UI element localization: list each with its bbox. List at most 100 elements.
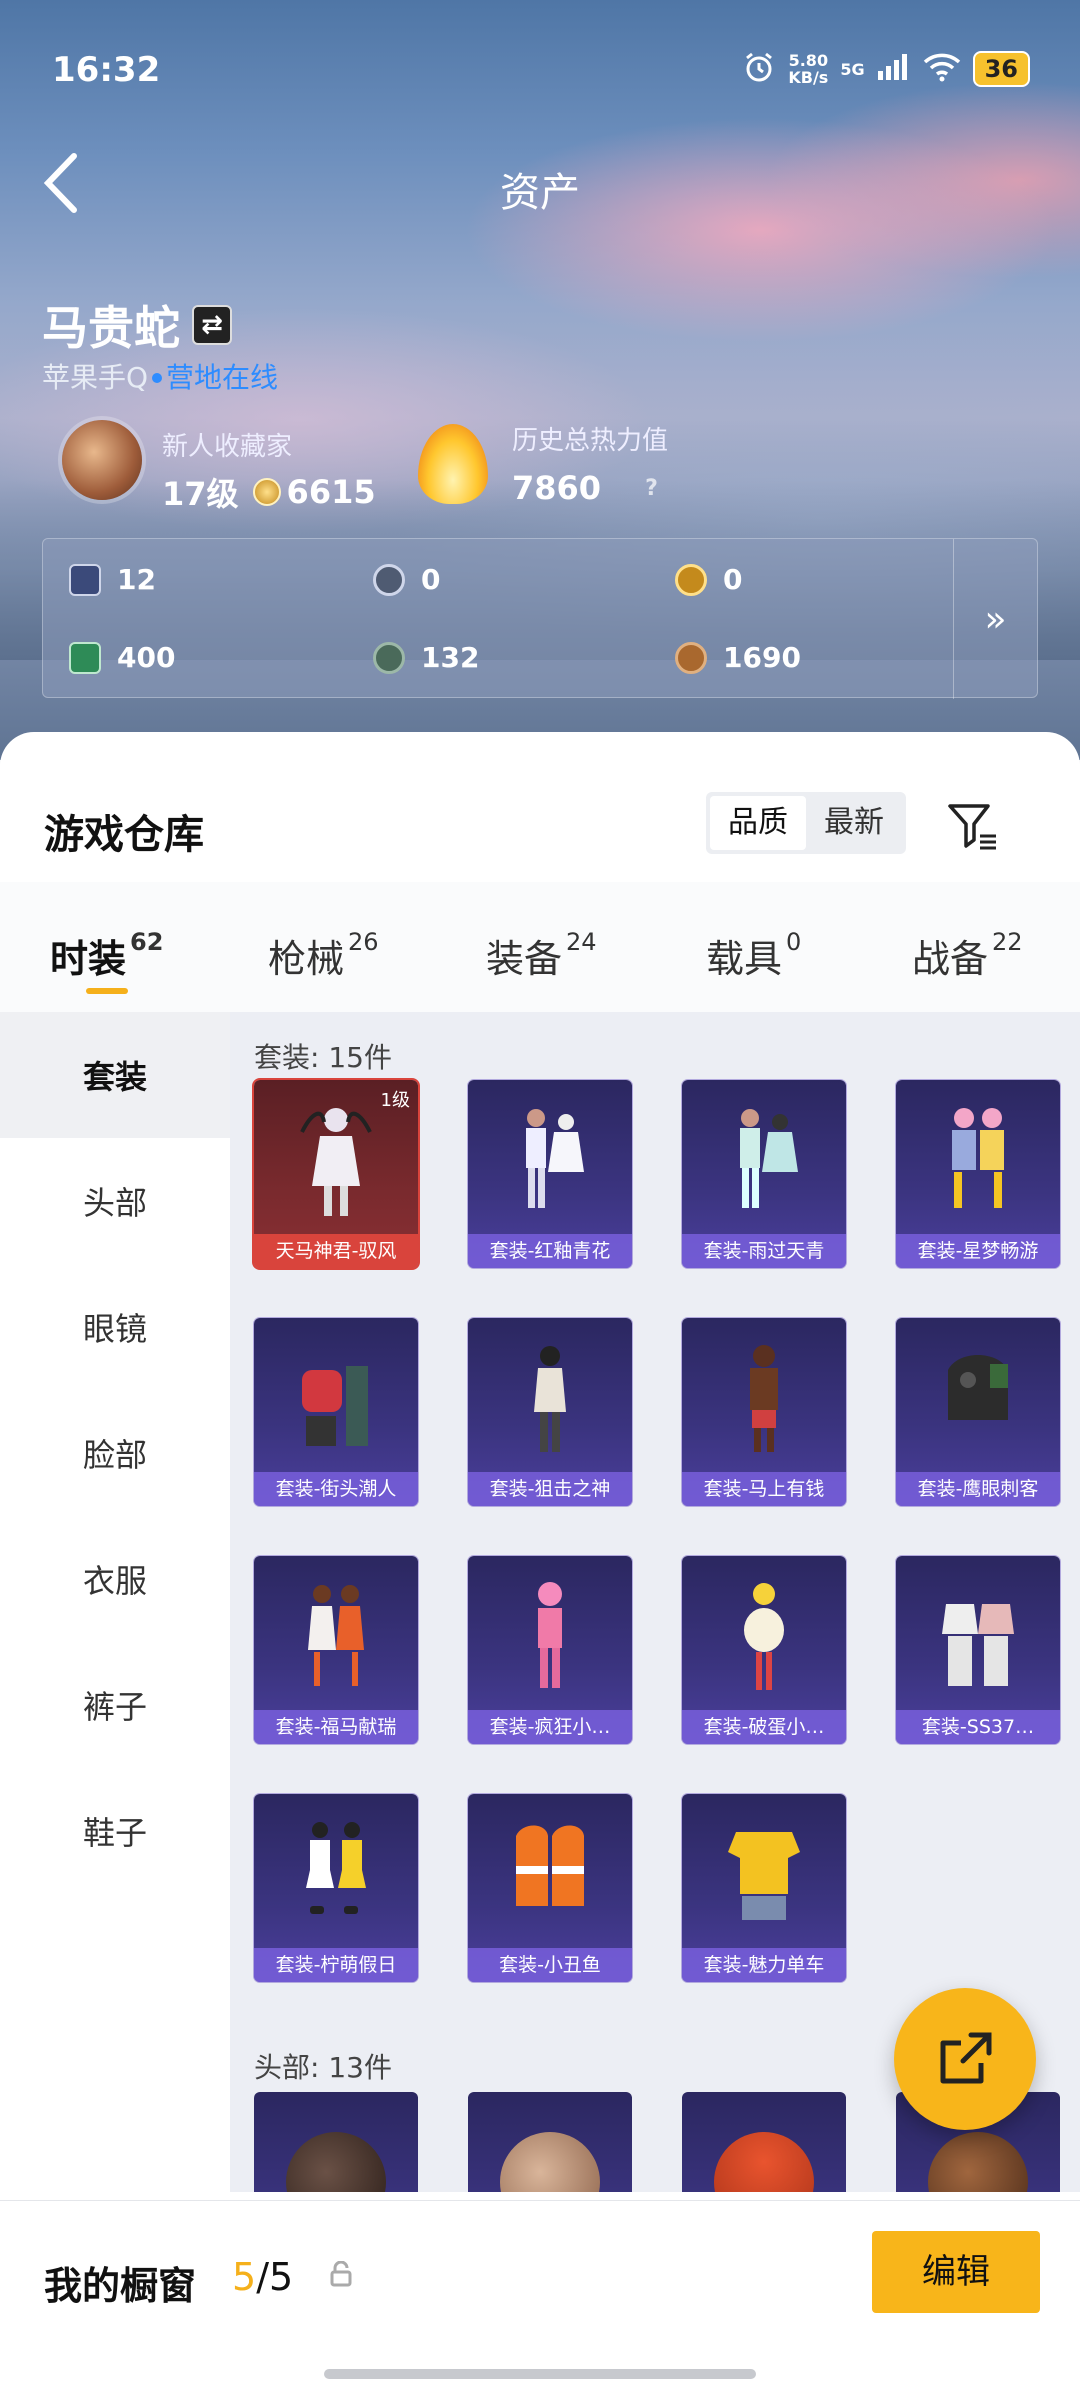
tab-vehicles[interactable]: 载具 0 <box>706 928 801 983</box>
outfit-figure <box>534 1346 566 1452</box>
assets-panel[interactable]: 12 0 0 400 132 1690 » <box>42 538 1038 699</box>
outfit-figure <box>750 1345 778 1452</box>
category-tabs: 时装 62 枪械 26 装备 24 载具 0 战备 22 <box>0 882 1080 1012</box>
item-card[interactable]: 套装-魅力单车 <box>682 1794 846 1982</box>
sort-latest-button[interactable]: 最新 <box>806 796 902 850</box>
item-name: 天马神君-驭风 <box>254 1234 418 1268</box>
outfit-figure <box>516 1825 584 1906</box>
item-card[interactable]: 套装-红釉青花 <box>468 1080 632 1268</box>
item-card[interactable]: 1级 天马神君-驭风 <box>254 1080 418 1268</box>
outfit-figure <box>300 1108 372 1216</box>
item-card[interactable]: 套装-小丑鱼 <box>468 1794 632 1982</box>
collector-title: 新人收藏家 <box>162 432 293 462</box>
item-name: 套装-魅力单车 <box>682 1948 846 1982</box>
clock: 16:32 <box>52 50 161 90</box>
item-name: 套装-SS37… <box>896 1710 1060 1744</box>
tab-guns[interactable]: 枪械 26 <box>268 928 379 983</box>
item-card[interactable]: 套装-街头潮人 <box>254 1318 418 1506</box>
warehouse-sheet: 游戏仓库 品质 最新 时装 62 枪械 26 装备 24 载具 0 战备 22 套装 头部… <box>0 732 1080 2400</box>
item-name: 套装-破蛋小… <box>682 1710 846 1744</box>
switch-account-icon[interactable]: ⇄ <box>192 305 232 345</box>
player-subline: 苹果手Q 营地在线 <box>42 356 278 396</box>
lock-icon <box>330 2260 352 2294</box>
outfit-figure <box>952 1108 1004 1208</box>
online-dot <box>152 373 163 383</box>
edit-button[interactable]: 编辑 <box>872 2231 1040 2313</box>
item-card[interactable]: 套装-福马献瑞 <box>254 1556 418 1744</box>
asset-item: 12 <box>69 563 156 596</box>
showcase-label: 我的橱窗 <box>44 2264 197 2308</box>
outfit-figure <box>744 1583 784 1690</box>
collector-coins: 6615 <box>286 473 376 511</box>
collector-medal-icon[interactable] <box>62 420 142 500</box>
sidebar-item-glasses[interactable]: 眼镜 <box>0 1264 230 1390</box>
item-name: 套装-柠萌假日 <box>254 1948 418 1982</box>
item-card[interactable] <box>254 2092 418 2192</box>
item-card[interactable]: 套装-柠萌假日 <box>254 1794 418 1982</box>
player-name: 马贵蛇 <box>42 301 180 355</box>
status-bar: 16:32 5.80 KB/s 5G 36 <box>0 0 1080 140</box>
item-card[interactable]: 套装-疯狂小… <box>468 1556 632 1744</box>
tab-combat-prep[interactable]: 战备 22 <box>912 928 1023 983</box>
hair-item-image <box>500 2132 600 2192</box>
asset-item: 0 <box>675 563 742 596</box>
gold-coin-icon <box>675 563 707 596</box>
gem-icon <box>373 641 405 674</box>
item-card[interactable]: 套装-雨过天青 <box>682 1080 846 1268</box>
sidebar-item-clothes[interactable]: 衣服 <box>0 1516 230 1642</box>
item-name: 套装-鹰眼刺客 <box>896 1472 1060 1506</box>
sidebar-item-suits[interactable]: 套装 <box>0 1012 230 1138</box>
sidebar-item-shoes[interactable]: 鞋子 <box>0 1768 230 1894</box>
wifi-icon <box>923 52 961 86</box>
external-link-icon <box>940 2032 992 2084</box>
share-button[interactable] <box>894 1988 1036 2130</box>
outfit-figure <box>526 1109 584 1208</box>
filter-icon[interactable] <box>944 798 1000 854</box>
item-name: 套装-街头潮人 <box>254 1472 418 1506</box>
help-icon[interactable]: ? <box>645 476 658 501</box>
item-card[interactable]: 套装-鹰眼刺客 <box>896 1318 1060 1506</box>
hair-item-image <box>286 2132 386 2192</box>
player-name-row: 马贵蛇 ⇄ <box>42 292 232 358</box>
sidebar-item-face[interactable]: 脸部 <box>0 1390 230 1516</box>
sort-quality-button[interactable]: 品质 <box>710 796 806 850</box>
sidebar-item-pants[interactable]: 裤子 <box>0 1642 230 1768</box>
battery-indicator: 36 <box>972 51 1030 87</box>
heat-info: 历史总热力值 7860 ? <box>512 420 668 507</box>
item-card[interactable]: 套装-马上有钱 <box>682 1318 846 1506</box>
item-name: 套装-马上有钱 <box>682 1472 846 1506</box>
item-card[interactable] <box>682 2092 846 2192</box>
outfit-figure <box>538 1582 562 1688</box>
item-name: 套装-小丑鱼 <box>468 1948 632 1982</box>
item-card[interactable] <box>468 2092 632 2192</box>
horse-mask-item-image <box>928 2132 1028 2192</box>
asset-item: 1690 <box>675 641 801 674</box>
outfit-figure <box>302 1366 368 1446</box>
showcase-count: 5/5 <box>232 2255 294 2299</box>
collector-level: 17级 <box>162 475 239 513</box>
heat-value: 7860 <box>512 469 602 507</box>
outfit-figure <box>948 1355 1008 1420</box>
item-card[interactable]: 套装-SS37… <box>896 1556 1060 1744</box>
assets-more-button[interactable]: » <box>953 539 1037 699</box>
item-name: 套装-福马献瑞 <box>254 1710 418 1744</box>
tab-equipment[interactable]: 装备 24 <box>486 928 597 983</box>
item-card[interactable]: 套装-破蛋小… <box>682 1556 846 1744</box>
item-name: 套装-星梦畅游 <box>896 1234 1060 1268</box>
tab-fashion[interactable]: 时装 62 <box>50 928 163 994</box>
signal-icon <box>877 53 911 85</box>
sidebar-item-head[interactable]: 头部 <box>0 1138 230 1264</box>
item-name: 套装-狙击之神 <box>468 1472 632 1506</box>
subcategory-sidebar: 套装 头部 眼镜 脸部 衣服 裤子 鞋子 <box>0 1012 230 2212</box>
item-card[interactable]: 套装-星梦畅游 <box>896 1080 1060 1268</box>
home-indicator[interactable] <box>324 2369 756 2379</box>
sort-toggle: 品质 最新 <box>706 792 906 854</box>
card-icon <box>69 563 101 596</box>
outfit-figure <box>728 1832 800 1920</box>
item-card[interactable]: 套装-狙击之神 <box>468 1318 632 1506</box>
online-status: 营地在线 <box>166 361 279 394</box>
collector-info: 新人收藏家 17级 6615 <box>162 426 376 515</box>
double-chevron-right-icon: » <box>984 598 1007 640</box>
page-title: 资产 <box>500 170 580 216</box>
warehouse-title: 游戏仓库 <box>44 812 204 858</box>
